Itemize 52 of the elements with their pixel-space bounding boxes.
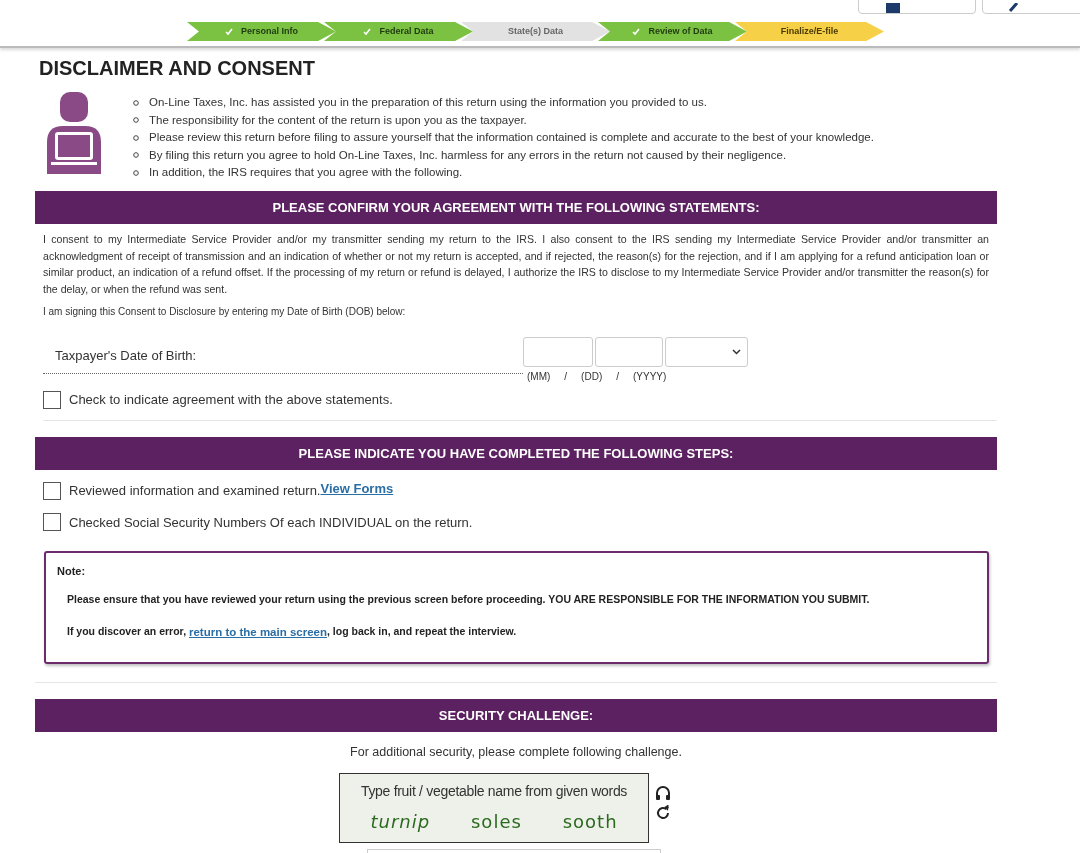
checkbox-label: Reviewed information and examined return.: [69, 482, 321, 500]
date-hint: (YYYY): [633, 370, 667, 384]
captcha-word: turnip: [370, 809, 431, 834]
intro-text: Please review this return before filing to assure yourself that the information contained is complete and accurate to the best of your knowledge.: [149, 130, 874, 145]
bullet-icon: [133, 169, 139, 176]
checkbox[interactable]: [43, 390, 61, 409]
main-screen-link[interactable]: return to the main screen: [188, 624, 327, 642]
date-hint: /: [564, 370, 568, 384]
dob-label: Taxpayer's Date of Birth:: [55, 348, 197, 363]
captcha-word: sooth: [562, 809, 618, 834]
captcha-word: soles: [471, 809, 522, 834]
step-label: State(s) Data: [508, 24, 563, 38]
caret-icon: [732, 349, 741, 355]
page-title: DISCLAIMER AND CONSENT: [39, 56, 316, 81]
checkbox-label: Check to indicate agreement with the above statements.: [69, 391, 393, 409]
bullet-icon: [133, 117, 139, 124]
step-label: Federal Data: [379, 24, 434, 38]
check-icon: [363, 27, 372, 36]
bullet-icon: [133, 134, 139, 141]
checkbox[interactable]: [43, 513, 61, 532]
step-label: Finalize/E-file: [780, 24, 839, 38]
step-label: Personal Info: [241, 24, 298, 38]
captcha-prompt: Type fruit / vegetable name from given words: [360, 781, 628, 801]
bullet-icon: [133, 152, 139, 159]
check-icon: [225, 27, 233, 36]
checkbox[interactable]: [43, 481, 61, 500]
security-text: For additional security, please complete following challenge.: [349, 744, 683, 761]
section-header: PLEASE CONFIRM YOUR AGREEMENT WITH THE FOLLOWING STATEMENTS:: [35, 190, 997, 224]
note-title: Note:: [57, 564, 87, 579]
consent-text: I consent to my Intermediate Service Provider and/or my transmitter sending my return to the IRS. I also consent to the IRS sending my Intermediate Service Provider and/or transmitter an acknowledgment of receipt of transmission and an indication of whether or not my return is accepted, and if rejected, the reason(s) for the rejection, and if I am applying for a refund anticipation loan or similar product, an indication of a refund offset. If the processing of my return or refund is delayed, I authorize the IRS to disclose to my Intermediate Service Provider and/or transmitter the reason(s) for the delay, or when the refund was sent.: [42, 232, 990, 297]
date-hint: /: [616, 370, 619, 384]
checkbox-label: Checked Social Security Numbers Of each INDIVIDUAL on the return.: [69, 513, 473, 532]
note-text: Please ensure that you have reviewed your return using the previous screen before proceeding. YOU ARE RESPONSIBLE FOR THE INFORMATION YOU SUBMIT.: [67, 591, 871, 607]
intro-text: On-Line Taxes, Inc. has assisted you in the preparation of this return using the information you provided to us.: [149, 95, 707, 110]
check-icon: [632, 27, 641, 36]
signing-text: I am signing this Consent to Disclosure by entering my Date of Birth (DOB) below:: [42, 305, 407, 319]
month-field[interactable]: [523, 337, 593, 367]
view-forms-link[interactable]: View Forms: [320, 479, 394, 499]
headphones-icon[interactable]: [655, 784, 671, 801]
date-hint: (DD): [581, 370, 603, 384]
note-text: If you discover an error,: [67, 624, 188, 640]
section-header: PLEASE INDICATE YOU HAVE COMPLETED THE FOLLOWING STEPS:: [35, 436, 997, 470]
intro-text: The responsibility for the content of the return is upon you as the taxpayer.: [149, 112, 527, 128]
intro-text: By filing this return you agree to hold On-Line Taxes, Inc. harmless for any errors in the return not caused by their negligence.: [149, 147, 787, 163]
note-text: , log back in, and repeat the interview.: [327, 624, 517, 640]
bullet-icon: [133, 99, 139, 106]
intro-text: In addition, the IRS requires that you agree with the following.: [149, 165, 463, 180]
refresh-icon[interactable]: [655, 804, 671, 821]
section-header: SECURITY CHALLENGE:: [35, 698, 997, 732]
step-label: Review of Data: [648, 24, 713, 38]
day-field[interactable]: [595, 337, 663, 367]
date-hint: (MM): [527, 370, 551, 384]
